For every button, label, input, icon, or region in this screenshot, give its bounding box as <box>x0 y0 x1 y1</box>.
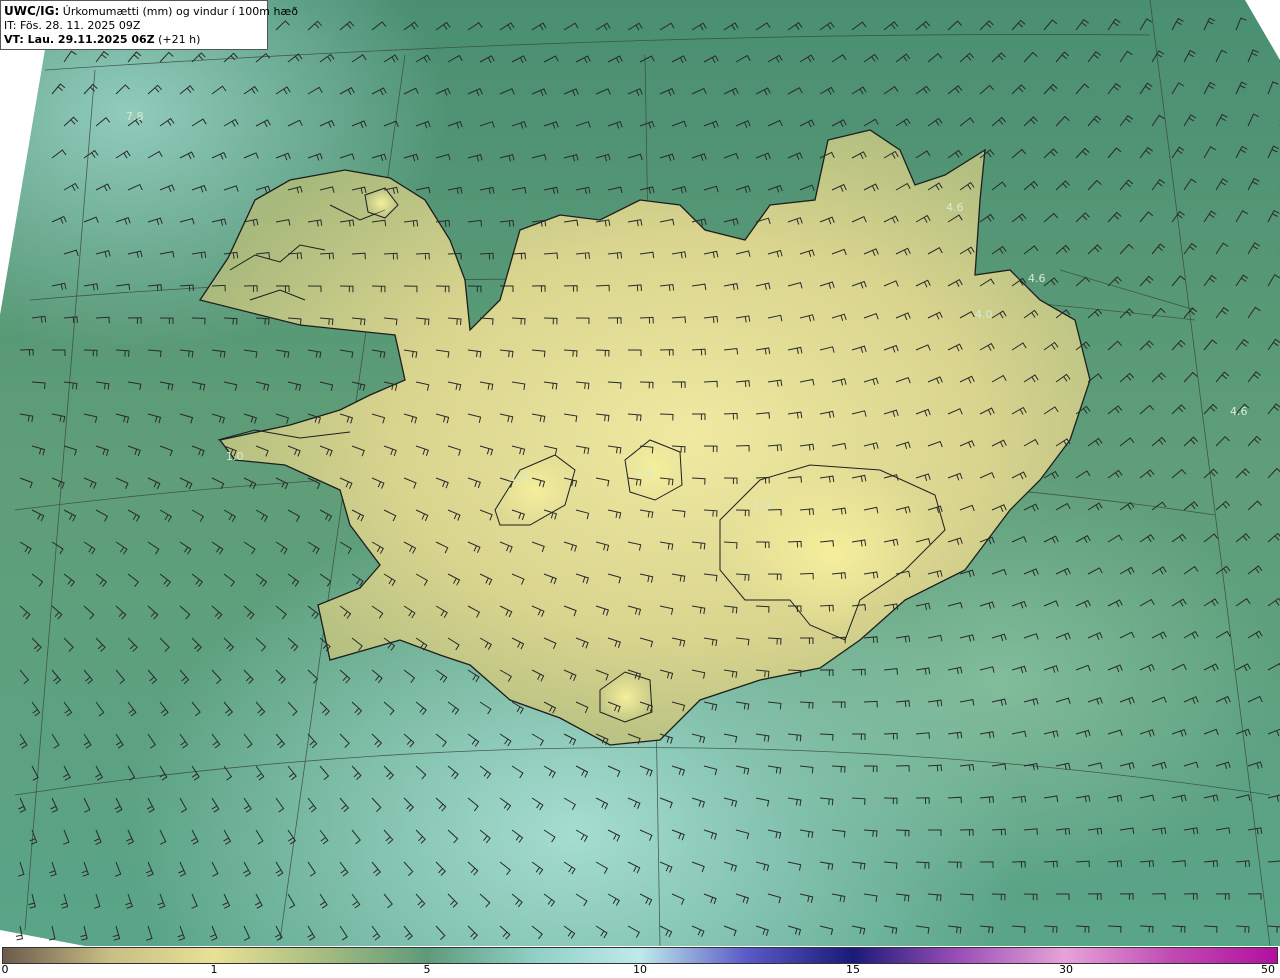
valid-time-line: VT: Lau. 29.11.2025 06Z (+21 h) <box>4 33 264 47</box>
precipitation-map: 7.8 4.6 4.6 4.0 4.6 1.0 1.2 1.0 1.0 <box>0 0 1280 946</box>
map-info-box: UWC/IG: Úrkomumætti (mm) og vindur í 100… <box>0 0 298 50</box>
title-line: UWC/IG: Úrkomumætti (mm) og vindur í 100… <box>4 4 298 19</box>
map-label: 4.6 <box>1028 272 1046 285</box>
colorbar-segment <box>852 948 1066 963</box>
forecast-offset: (+21 h) <box>158 33 201 46</box>
colorbar-segment <box>639 948 853 963</box>
valid-time: VT: Lau. 29.11.2025 06Z <box>4 33 155 46</box>
colorbar: 0 1 5 10 15 30 50 <box>0 946 1280 978</box>
colorbar-segment <box>214 948 428 963</box>
colorbar-segment <box>3 948 215 963</box>
colorbar-tick: 15 <box>846 963 860 976</box>
map-label: 7.8 <box>126 110 144 123</box>
map-label: 1.0 <box>753 499 771 512</box>
map-label: 4.0 <box>975 308 993 321</box>
map-label: 1.0 <box>226 450 244 463</box>
colorbar-tick: 1 <box>210 963 218 976</box>
map-label: 1.0 <box>510 471 528 484</box>
product-code: UWC/IG: <box>4 4 60 18</box>
map-label: 1.2 <box>636 466 654 479</box>
colorbar-tick: 5 <box>423 963 431 976</box>
colorbar-tick: 10 <box>633 963 647 976</box>
colorbar-tick: 30 <box>1059 963 1073 976</box>
colorbar-strip <box>2 947 1278 964</box>
map-title: Úrkomumætti (mm) og vindur í 100m hæð <box>62 5 298 18</box>
map-label: 4.6 <box>1230 405 1248 418</box>
issue-time: IT: Fös. 28. 11. 2025 09Z <box>4 19 141 32</box>
colorbar-tick: 0 <box>1 963 9 976</box>
colorbar-tick: 50 <box>1261 963 1275 976</box>
colorbar-segment <box>427 948 640 963</box>
colorbar-segment <box>1065 948 1277 963</box>
map-label: 4.6 <box>946 201 964 214</box>
